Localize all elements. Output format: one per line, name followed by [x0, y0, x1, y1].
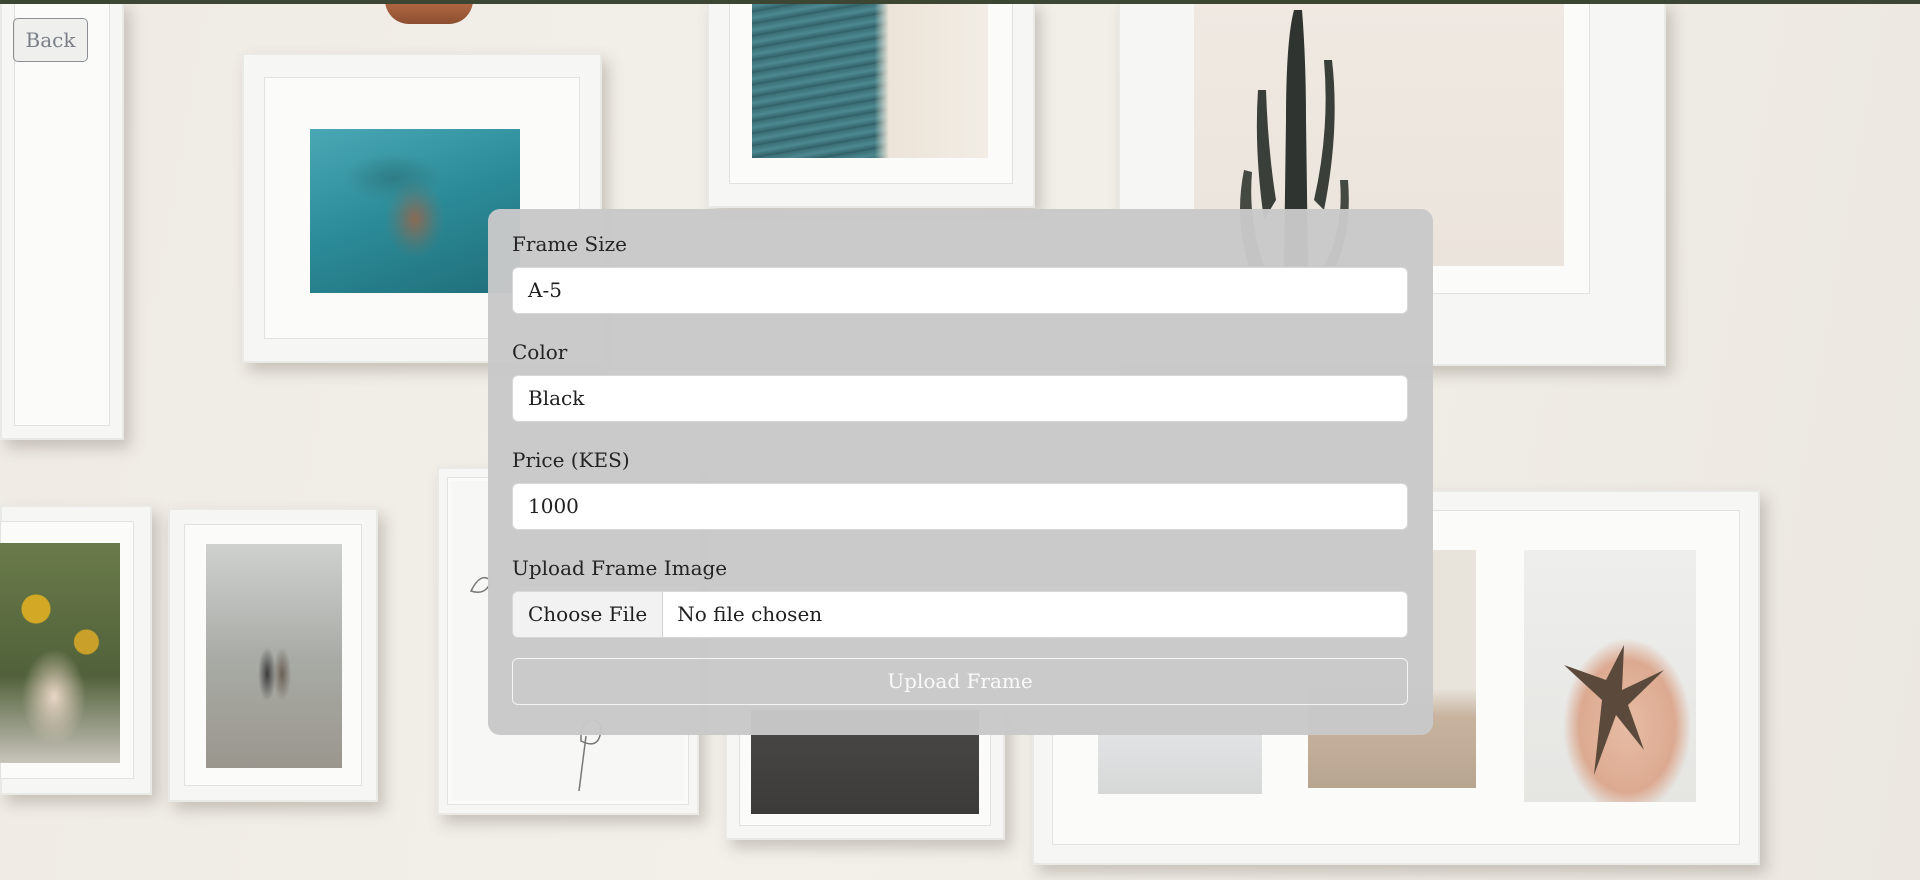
photo-frame: [0, 0, 124, 440]
sea-cliff-photo: [752, 0, 988, 158]
frame-size-label: Frame Size: [512, 232, 627, 256]
photo-frame: [707, 0, 1035, 208]
frame-size-input[interactable]: A-5: [512, 267, 1408, 314]
foggy-path-photo: [206, 544, 342, 768]
upload-frame-form: Frame Size A-5 Color Black Price (KES) 1…: [488, 209, 1433, 735]
frame-image-label: Upload Frame Image: [512, 556, 728, 580]
photo-frame: [168, 508, 378, 802]
light-photo: [1098, 734, 1262, 794]
price-label: Price (KES): [512, 448, 630, 472]
frame-image-file-input[interactable]: Choose File No file chosen: [512, 591, 1408, 638]
starfish-hand-photo: [1524, 550, 1696, 802]
frame-mat: [14, 0, 110, 426]
back-button[interactable]: Back: [13, 18, 88, 62]
sunflower-photo: [0, 543, 120, 763]
color-input[interactable]: Black: [512, 375, 1408, 422]
starfish-icon: [1564, 645, 1664, 775]
color-label: Color: [512, 340, 568, 364]
top-accent-bar: [0, 0, 1920, 4]
upload-frame-button[interactable]: Upload Frame: [512, 658, 1408, 705]
file-status-text: No file chosen: [677, 602, 823, 626]
price-input[interactable]: 1000: [512, 483, 1408, 530]
photo-frame: [0, 505, 152, 795]
choose-file-button[interactable]: Choose File: [513, 592, 664, 637]
